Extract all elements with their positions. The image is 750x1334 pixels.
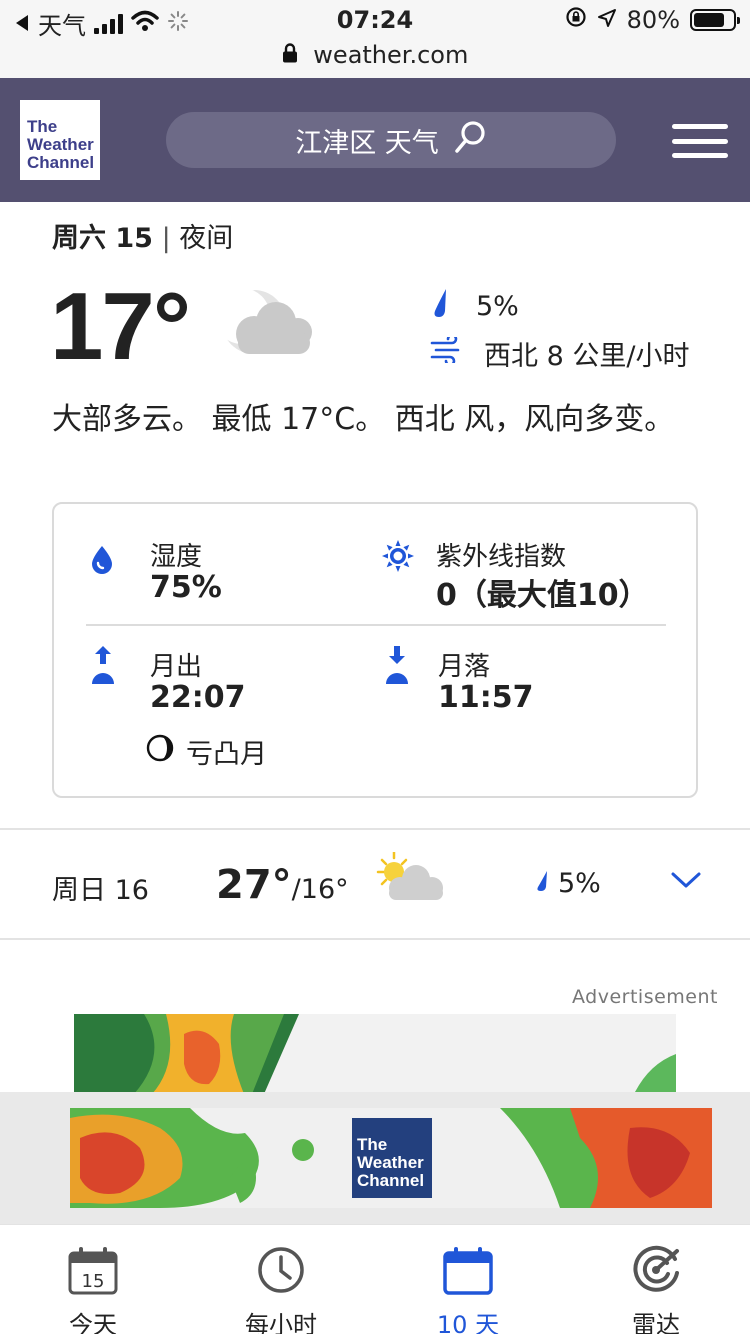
wind-icon: [430, 333, 462, 370]
forecast-precip-value: 5%: [558, 868, 601, 899]
ad-logo-line: Channel: [357, 1171, 425, 1190]
status-right: 80%: [565, 6, 740, 34]
logo-line: The: [27, 117, 58, 136]
search-icon: [453, 120, 487, 161]
status-bar: 天气 07:24 80%: [0, 0, 750, 40]
forecast-low: /16°: [291, 874, 349, 905]
forecast-temps: 27°/16°: [216, 862, 349, 908]
tab-radar[interactable]: 雷达: [566, 1239, 746, 1334]
tab-hourly[interactable]: 每小时: [191, 1239, 371, 1334]
ad-logo-line: The: [357, 1135, 388, 1154]
uv-label: 紫外线指数: [436, 542, 567, 572]
ad-weather-channel-logo: The Weather Channel: [352, 1118, 432, 1198]
ad-banner-top[interactable]: [74, 1014, 676, 1094]
precip-value: 5%: [476, 291, 519, 322]
weather-channel-logo[interactable]: The Weather Channel: [20, 100, 100, 180]
moonrise-icon: [90, 646, 116, 690]
precip-chance: 5%: [432, 288, 519, 325]
tab-10-day[interactable]: 10 天: [378, 1239, 558, 1334]
wind-info: 西北 8 公里/小时: [430, 333, 690, 373]
logo-line: Weather: [27, 135, 94, 154]
moonset-value: 11:57: [438, 680, 534, 715]
url-bar[interactable]: weather.com: [0, 40, 750, 78]
forecast-high: 27°: [216, 862, 292, 908]
moonrise-value: 22:07: [150, 680, 246, 715]
ad-banner-bottom[interactable]: The Weather Channel: [70, 1108, 712, 1208]
moon-phase-label: 亏凸月: [186, 739, 267, 770]
rotation-lock-icon: [565, 6, 587, 34]
sun-uv-icon: [382, 540, 414, 576]
forecast-row-sunday[interactable]: 周日 16 27°/16° 5%: [0, 828, 750, 940]
moonset-label: 月落: [438, 652, 491, 682]
raindrop-icon: [536, 868, 550, 899]
current-temperature: 17°: [50, 273, 191, 380]
humidity-value: 75%: [150, 570, 222, 605]
calendar-day-number: 15: [82, 1271, 105, 1292]
moon-phase-icon: [146, 734, 174, 769]
forecast-day: 周日 16: [52, 875, 149, 906]
humidity-drop-icon: [90, 544, 118, 578]
humidity-cell: 湿度 75%: [90, 536, 370, 616]
partly-cloudy-sun-icon: [374, 850, 446, 906]
battery-icon: [690, 9, 740, 31]
moonrise-cell: 月出 22:07: [90, 646, 370, 726]
bottom-tab-bar: 15 今天 每小时 10 天 雷达: [0, 1224, 750, 1334]
wind-value: 西北 8 公里/小时: [484, 341, 690, 372]
humidity-label: 湿度: [150, 542, 203, 572]
details-card: 湿度 75% 紫外线指数 0（最大值10） 月出 22:07 月落 11:57 …: [52, 502, 698, 798]
day-label: 周六 15: [52, 223, 153, 254]
moon-cloudy-icon: [214, 286, 318, 370]
site-header: The Weather Channel 江津区 天气: [0, 78, 750, 202]
radar-icon: [566, 1239, 746, 1295]
tab-label: 雷达: [632, 1311, 680, 1334]
location-search-bar[interactable]: 江津区 天气: [166, 112, 616, 168]
title-separator: |: [161, 223, 171, 254]
period-label: 夜间: [179, 223, 234, 254]
url-text: weather.com: [313, 41, 469, 69]
search-location-text: 江津区 天气: [295, 127, 439, 159]
conditions-description: 大部多云。 最低 17°C。 西北 风，风向多变。: [52, 402, 675, 437]
day-title: 周六 15 | 夜间: [52, 216, 233, 255]
moonset-cell: 月落 11:57: [382, 646, 662, 726]
moonset-icon: [384, 646, 410, 690]
calendar-10day-icon: [378, 1239, 558, 1295]
ad-logo-line: Weather: [357, 1153, 424, 1172]
hamburger-menu-icon[interactable]: [672, 124, 728, 158]
chevron-down-icon[interactable]: [670, 870, 702, 894]
uv-index-cell: 紫外线指数 0（最大值10）: [382, 536, 682, 616]
calendar-icon: 15: [3, 1239, 183, 1295]
tab-label: 每小时: [245, 1311, 317, 1334]
lock-icon: [282, 41, 298, 69]
tab-today[interactable]: 15 今天: [3, 1239, 183, 1334]
details-divider: [86, 624, 666, 626]
clock-icon: [191, 1239, 371, 1295]
forecast-precip: 5%: [536, 868, 601, 899]
location-arrow-icon: [597, 6, 617, 34]
tab-label: 10 天: [436, 1311, 500, 1334]
raindrop-icon: [432, 288, 450, 325]
battery-percent: 80%: [626, 6, 680, 34]
uv-value: 0（最大值10）: [436, 578, 649, 613]
logo-line: Channel: [27, 153, 95, 172]
tab-label: 今天: [69, 1311, 117, 1334]
moonrise-label: 月出: [150, 652, 203, 682]
moon-phase: 亏凸月: [146, 732, 267, 771]
advertisement-label: Advertisement: [572, 986, 718, 1008]
